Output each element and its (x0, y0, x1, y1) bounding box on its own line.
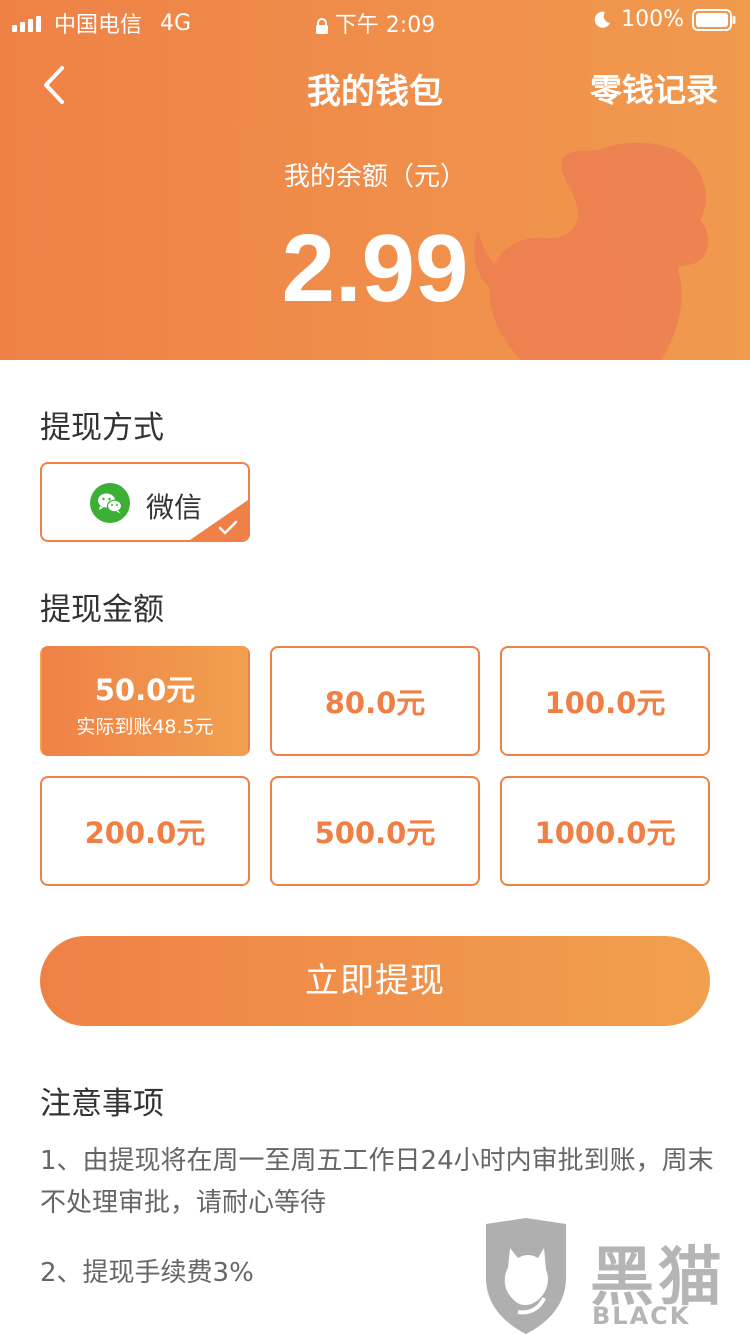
amount-option-label: 1000.0元 (534, 816, 676, 850)
withdraw-method-title: 提现方式 (40, 410, 164, 446)
change-records-link[interactable]: 零钱记录 (590, 65, 718, 111)
amount-option-label: 200.0元 (84, 816, 206, 850)
amount-option-label: 500.0元 (314, 816, 436, 850)
balance-label: 我的余额（元） (283, 162, 466, 192)
status-bar: 中国电信 4G 下午 2:09 100% (0, 0, 750, 40)
battery-icon (692, 8, 736, 31)
amount-option-80[interactable]: 80.0元 (270, 646, 480, 756)
wallet-header: 中国电信 4G 下午 2:09 100% 我的钱包 零钱记录 我的余额（元） 2… (0, 0, 750, 360)
amount-option-label: 100.0元 (544, 686, 666, 720)
selected-check-icon (190, 500, 248, 540)
watermark-subtitle: BLACK CAT (592, 1302, 691, 1334)
actual-received-note: 实际到账48.5元 (76, 716, 214, 738)
notice-title: 注意事项 (40, 1086, 164, 1122)
amount-option-label: 50.0元 (94, 673, 196, 707)
notice-item: 1、由提现将在周一至周五工作日24小时内审批到账，周末不处理审批，请耐心等待 (40, 1146, 714, 1218)
balance-value: 2.99 (281, 215, 469, 322)
black-cat-watermark: 黑猫 BLACK CAT (478, 1218, 750, 1334)
amount-option-100[interactable]: 100.0元 (500, 646, 710, 756)
amount-option-50[interactable]: 50.0元 实际到账48.5元 (40, 646, 250, 756)
navigation-bar: 我的钱包 零钱记录 (0, 50, 750, 120)
moon-icon (594, 11, 611, 28)
clock: 下午 2:09 (334, 13, 436, 38)
battery-percent: 100% (621, 7, 684, 32)
withdraw-now-button[interactable]: 立即提现 (40, 936, 710, 1026)
wechat-icon (90, 483, 130, 523)
amount-option-200[interactable]: 200.0元 (40, 776, 250, 886)
amount-option-1000[interactable]: 1000.0元 (500, 776, 710, 886)
black-cat-logo-icon (486, 1218, 566, 1334)
amount-option-500[interactable]: 500.0元 (270, 776, 480, 886)
lock-icon (315, 18, 328, 34)
wechat-method-option[interactable]: 微信 (40, 462, 250, 542)
withdraw-amount-title: 提现金额 (40, 592, 164, 628)
amount-option-label: 80.0元 (324, 686, 426, 720)
